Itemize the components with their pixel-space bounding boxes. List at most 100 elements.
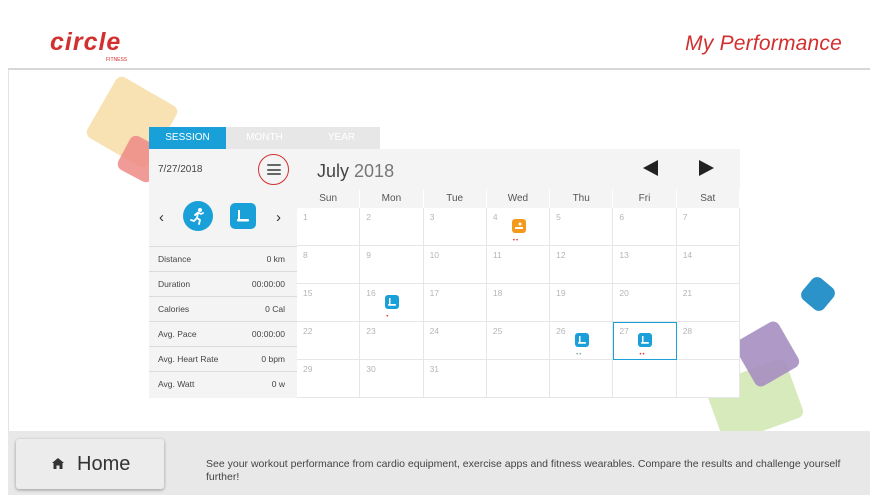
workout-dots: •• <box>512 238 520 244</box>
home-button[interactable]: Home <box>16 439 164 489</box>
calendar-day-20[interactable]: 20 <box>613 284 677 322</box>
stat-label: Avg. Pace <box>158 329 197 339</box>
calendar-day-3[interactable]: 3 <box>423 208 487 246</box>
calendar-day-empty <box>550 360 614 398</box>
treadmill-icon[interactable] <box>638 333 653 347</box>
calendar-day-17[interactable]: 17 <box>423 284 487 322</box>
weekday-header: Sun Mon Tue Wed Thu Fri Sat <box>297 189 740 208</box>
day-number: 5 <box>556 212 561 222</box>
view-tabs: SESSION MONTH YEAR <box>149 127 380 149</box>
stat-label: Duration <box>158 279 191 289</box>
calendar-day-12[interactable]: 12 <box>550 246 614 284</box>
equipment-selector: ‹ › <box>149 199 297 239</box>
treadmill-icon[interactable] <box>385 295 400 309</box>
workout-app-icon[interactable] <box>511 219 526 233</box>
tab-year[interactable]: YEAR <box>303 127 380 149</box>
menu-button[interactable] <box>258 154 289 185</box>
session-date-row: 7/27/2018 <box>149 149 297 189</box>
calendar-day-31[interactable]: 31 <box>423 360 487 398</box>
calendar-day-11[interactable]: 11 <box>486 246 551 284</box>
weekday-label: Fri <box>613 189 677 208</box>
calendar-day-14[interactable]: 14 <box>676 246 740 284</box>
workout-dots: •• <box>576 352 583 358</box>
footer-description: See your workout performance from cardio… <box>206 458 841 483</box>
day-number: 19 <box>556 288 566 298</box>
day-number: 2 <box>366 212 372 222</box>
calendar-day-15[interactable]: 15 <box>297 284 361 322</box>
tab-session[interactable]: SESSION <box>149 127 226 149</box>
calendar-day-21[interactable]: 21 <box>676 284 740 322</box>
calendar-day-5[interactable]: 5 <box>550 208 614 246</box>
day-number: 29 <box>303 364 313 374</box>
day-number: 15 <box>303 288 313 298</box>
calendar-day-13[interactable]: 13 <box>613 246 677 284</box>
footer-bar: Home See your workout performance from c… <box>8 431 870 495</box>
calendar-day-28[interactable]: 28 <box>676 322 740 360</box>
session-date: 7/27/2018 <box>158 164 203 175</box>
calendar-day-27[interactable]: 27 •• <box>613 322 677 360</box>
calendar-day-2[interactable]: 2 <box>360 208 424 246</box>
calendar-grid: 1 2 3 4 •• 5 6 7 8 9 10 11 12 13 14 15 16 • 17 18 19 20 21 22 23… <box>297 208 740 398</box>
calendar-day-1[interactable]: 1 <box>297 208 361 246</box>
calendar-day-8[interactable]: 8 <box>297 246 361 284</box>
day-number: 24 <box>429 326 440 336</box>
day-number: 18 <box>492 288 503 298</box>
svg-text:FITNESS: FITNESS <box>106 57 128 63</box>
day-number: 31 <box>429 364 440 374</box>
stat-row: Avg. Watt 0 w <box>149 371 297 396</box>
day-number: 3 <box>429 212 435 222</box>
stat-value: 0 bpm <box>261 354 285 364</box>
calendar-day-16[interactable]: 16 • <box>360 284 424 322</box>
previous-month-icon[interactable] <box>643 160 658 176</box>
treadmill-icon[interactable] <box>230 203 256 229</box>
calendar-day-empty <box>613 360 677 398</box>
day-number: 27 <box>619 326 629 336</box>
day-number: 8 <box>303 250 308 260</box>
calendar-day-6[interactable]: 6 <box>613 208 677 246</box>
calendar-day-23[interactable]: 23 <box>360 322 424 360</box>
calendar-month-title: July 2018 <box>317 161 394 182</box>
stat-label: Avg. Watt <box>158 379 195 389</box>
stat-value: 0 Cal <box>265 304 285 314</box>
calendar-day-empty <box>486 360 551 398</box>
weekday-label: Mon <box>360 189 424 208</box>
next-month-icon[interactable] <box>699 160 714 176</box>
calendar-month: July <box>317 161 350 181</box>
calendar-day-9[interactable]: 9 <box>360 246 424 284</box>
runner-icon[interactable] <box>183 201 213 231</box>
stat-row: Avg. Heart Rate 0 bpm <box>149 346 297 371</box>
calendar-day-7[interactable]: 7 <box>676 208 740 246</box>
stat-label: Distance <box>158 254 192 264</box>
calendar-day-empty <box>676 360 740 398</box>
menu-icon <box>266 164 281 175</box>
session-stats: Distance 0 km Duration 00:00:00 Calories… <box>149 246 297 396</box>
calendar-day-10[interactable]: 10 <box>423 246 487 284</box>
day-number: 17 <box>429 288 440 298</box>
svg-text:circle: circle <box>50 28 121 56</box>
chevron-left-icon[interactable]: ‹ <box>159 209 164 226</box>
calendar-day-19[interactable]: 19 <box>550 284 614 322</box>
day-number: 7 <box>682 212 688 222</box>
calendar-day-26[interactable]: 26 •• <box>550 322 614 360</box>
weekday-label: Sat <box>677 189 740 208</box>
calendar-header: July 2018 <box>297 149 740 189</box>
calendar-day-25[interactable]: 25 <box>486 322 551 360</box>
treadmill-icon[interactable] <box>575 333 590 347</box>
tab-month[interactable]: MONTH <box>226 127 303 149</box>
calendar-day-29[interactable]: 29 <box>297 360 361 398</box>
weekday-label: Thu <box>550 189 614 208</box>
calendar-day-30[interactable]: 30 <box>360 360 424 398</box>
calendar-day-18[interactable]: 18 <box>486 284 551 322</box>
day-number: 4 <box>492 212 498 222</box>
day-number: 28 <box>682 326 693 336</box>
day-number: 23 <box>366 326 376 336</box>
weekday-label: Tue <box>424 189 487 208</box>
day-number: 22 <box>303 326 313 336</box>
day-number: 6 <box>619 212 625 222</box>
calendar-day-22[interactable]: 22 <box>297 322 361 360</box>
calendar-day-4[interactable]: 4 •• <box>486 208 551 246</box>
calendar-day-24[interactable]: 24 <box>423 322 487 360</box>
chevron-right-icon[interactable]: › <box>276 209 281 226</box>
stat-row: Duration 00:00:00 <box>149 271 297 296</box>
day-number: 25 <box>492 326 503 336</box>
